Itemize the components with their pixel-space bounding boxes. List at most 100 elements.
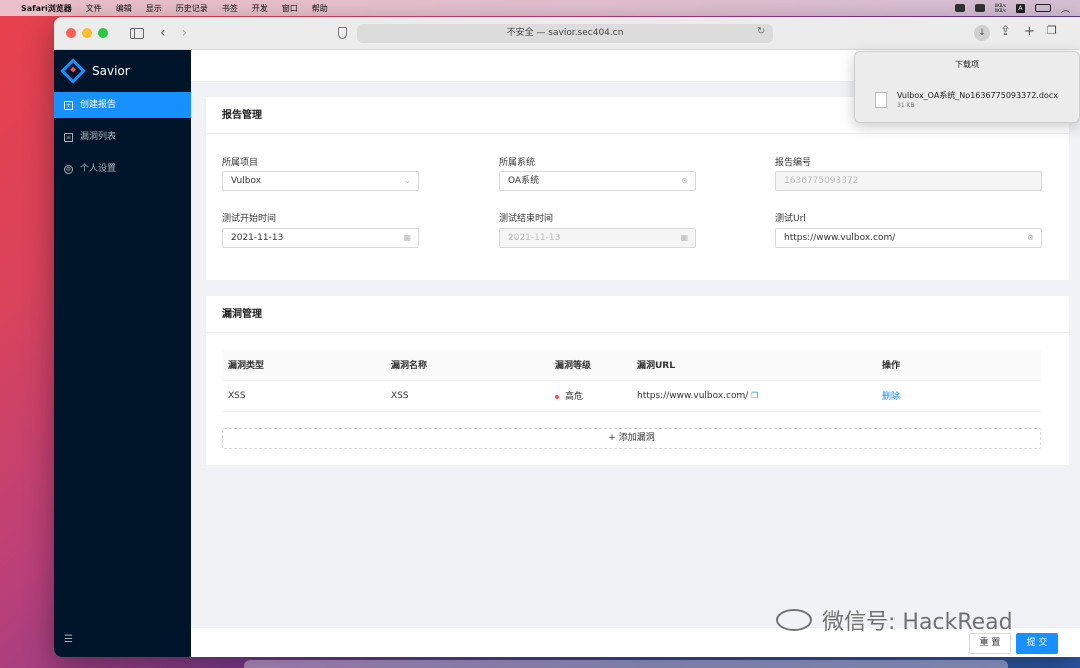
vuln-card: 漏洞管理 漏洞类型 漏洞名称 漏洞等级 漏洞URL 操作 XSS XSS 高危 …: [206, 296, 1069, 465]
end-date-value: 2021-11-13: [508, 233, 561, 243]
gear-icon: ⚙: [64, 164, 73, 174]
download-file-name: Vulbox_OA系统_No1636775093372.docx: [897, 91, 1059, 100]
nav-label: 创建报告: [80, 100, 117, 110]
network-speed: 0KB/s 0KB/s: [995, 3, 1006, 13]
delete-link[interactable]: 删除: [882, 392, 900, 402]
share-icon[interactable]: ⇪: [1000, 24, 1011, 39]
vuln-card-title: 漏洞管理: [206, 296, 1069, 333]
table-row: XSS XSS 高危 https://www.vulbox.com/ ❐ 删除: [222, 380, 1041, 412]
add-vuln-button[interactable]: + 添加漏洞: [222, 428, 1041, 449]
app-sidebar: Savior + 创建报告 ≡ 漏洞列表 ⚙ 个人设置 ☰: [54, 50, 191, 657]
document-icon: [875, 91, 887, 108]
column-header: 漏洞URL: [631, 350, 876, 381]
menu-develop[interactable]: 开发: [245, 3, 275, 14]
severity-dot-icon: [555, 394, 559, 399]
zoom-window-button[interactable]: [98, 28, 108, 38]
address-bar[interactable]: 不安全 — savior.sec404.cn: [357, 24, 773, 43]
battery-icon[interactable]: [1034, 4, 1051, 12]
vuln-table: 漏洞类型 漏洞名称 漏洞等级 漏洞URL 操作 XSS XSS 高危 https…: [222, 350, 1041, 412]
downloads-icon[interactable]: ↓: [974, 25, 990, 41]
project-label: 所属项目: [222, 158, 259, 168]
end-time-label: 测试结束时间: [499, 214, 554, 224]
system-label: 所属系统: [499, 158, 536, 168]
test-url-value: https://www.vulbox.com/: [784, 233, 896, 243]
menu-file[interactable]: 文件: [79, 3, 109, 14]
wechat-watermark: 微信号: HackRead: [776, 604, 1013, 636]
vuln-url: https://www.vulbox.com/: [637, 390, 749, 401]
wifi-icon[interactable]: ︵: [1061, 2, 1070, 15]
browser-toolbar: ‹ › 不安全 — savior.sec404.cn ↻ ↓ ⇪ + ❐: [54, 17, 1080, 50]
menu-view[interactable]: 显示: [139, 3, 169, 14]
test-url-label: 测试Url: [775, 214, 806, 224]
sidebar-toggle-icon[interactable]: [130, 27, 144, 39]
copy-icon[interactable]: ❐: [751, 391, 758, 400]
new-tab-icon[interactable]: +: [1024, 24, 1035, 39]
table-header-row: 漏洞类型 漏洞名称 漏洞等级 漏洞URL 操作: [222, 350, 1041, 381]
column-header: 漏洞等级: [549, 350, 631, 381]
menu-edit[interactable]: 编辑: [109, 3, 139, 14]
menu-window[interactable]: 窗口: [275, 3, 305, 14]
clear-icon[interactable]: ⊗: [681, 172, 688, 190]
vuln-url-cell: https://www.vulbox.com/ ❐: [631, 380, 876, 412]
list-icon: ≡: [64, 132, 73, 142]
start-date-picker[interactable]: 2021-11-13 ▦: [222, 228, 419, 248]
savior-logo-icon: [60, 58, 86, 84]
end-date-picker: 2021-11-13 ▦: [499, 228, 696, 248]
wechat-icon[interactable]: [954, 4, 965, 12]
dock: [244, 660, 1008, 668]
start-date-value: 2021-11-13: [231, 233, 284, 243]
nav-settings[interactable]: ⚙ 个人设置: [54, 156, 191, 182]
nav-vuln-list[interactable]: ≡ 漏洞列表: [54, 124, 191, 150]
column-header: 漏洞类型: [222, 350, 385, 381]
column-header: 操作: [876, 350, 1041, 381]
report-number-value: 1636775093372: [784, 176, 859, 186]
system-input[interactable]: OA系统 ⊗: [499, 171, 696, 191]
plus-square-icon: +: [64, 100, 73, 110]
vuln-level: 高危: [565, 392, 584, 402]
privacy-shield-icon[interactable]: [338, 27, 347, 39]
chevron-down-icon: ⌄: [404, 176, 411, 185]
minimize-window-button[interactable]: [82, 28, 92, 38]
submit-button[interactable]: 提 交: [1016, 633, 1058, 654]
project-select[interactable]: Vulbox ⌄: [222, 171, 419, 191]
vuln-level-cell: 高危: [549, 380, 631, 412]
close-window-button[interactable]: [66, 28, 76, 38]
watermark-text: 微信号: HackRead: [822, 610, 1013, 635]
menu-bar: Safari浏览器 文件 编辑 显示 历史记录 书签 开发 窗口 帮助 0KB/…: [0, 0, 1080, 16]
menu-safari[interactable]: Safari浏览器: [14, 3, 79, 14]
back-icon[interactable]: ‹: [160, 26, 166, 40]
system-value: OA系统: [508, 176, 540, 186]
report-number-input: 1636775093372: [775, 171, 1042, 191]
menu-bookmarks[interactable]: 书签: [215, 3, 245, 14]
report-card: 报告管理 所属项目 Vulbox ⌄ 所属系统 OA系统 ⊗ 报告编号 1636…: [206, 97, 1069, 280]
downloads-title: 下载项: [955, 60, 979, 69]
downloads-popover: 下载项 Vulbox_OA系统_No1636775093372.docx 31 …: [854, 51, 1080, 123]
download-item[interactable]: Vulbox_OA系统_No1636775093372.docx 31 KB: [875, 90, 1058, 109]
vuln-name: XSS: [385, 380, 549, 412]
forward-icon[interactable]: ›: [182, 26, 188, 40]
menu-help[interactable]: 帮助: [305, 3, 335, 14]
reload-icon[interactable]: ↻: [757, 26, 765, 37]
column-header: 漏洞名称: [385, 350, 549, 381]
input-method-icon[interactable]: A: [1015, 3, 1025, 13]
reset-button[interactable]: 重 置: [969, 633, 1011, 654]
vuln-type: XSS: [222, 380, 385, 412]
menu-history[interactable]: 历史记录: [169, 3, 215, 14]
speed-down: 0KB/s: [994, 8, 1006, 13]
nav-label: 个人设置: [80, 164, 117, 174]
start-time-label: 测试开始时间: [222, 214, 277, 224]
app-name: Savior: [92, 64, 130, 78]
main-content: 报告管理 所属项目 Vulbox ⌄ 所属系统 OA系统 ⊗ 报告编号 1636…: [191, 82, 1080, 627]
app-logo[interactable]: Savior: [54, 50, 191, 92]
bear-icon[interactable]: [974, 4, 985, 12]
tab-overview-icon[interactable]: ❐: [1047, 24, 1057, 37]
test-url-input[interactable]: https://www.vulbox.com/ ⊗: [775, 228, 1042, 248]
nav-label: 漏洞列表: [80, 132, 117, 142]
menu-fold-icon[interactable]: ☰: [64, 634, 73, 645]
report-number-label: 报告编号: [775, 158, 812, 168]
clear-icon[interactable]: ⊗: [1027, 229, 1034, 247]
nav-create-report[interactable]: + 创建报告: [54, 92, 191, 118]
wechat-logo-icon: [776, 609, 812, 631]
download-file-size: 31 KB: [897, 102, 915, 109]
project-value: Vulbox: [231, 176, 262, 186]
